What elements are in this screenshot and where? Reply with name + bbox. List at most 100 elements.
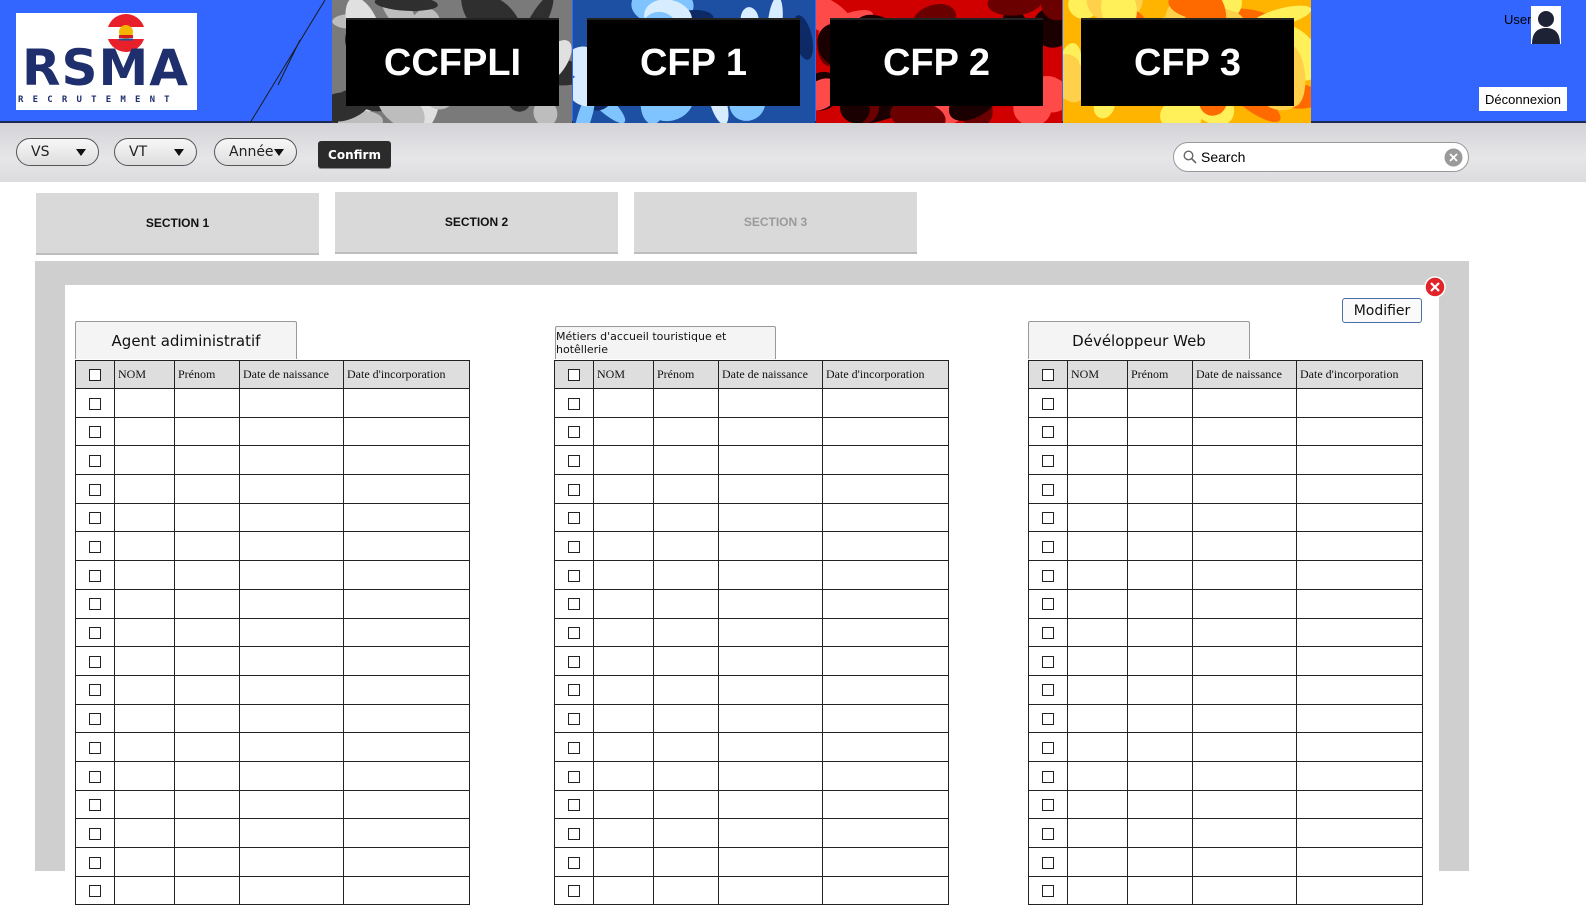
select-all-checkbox[interactable] bbox=[89, 369, 101, 382]
table-cell[interactable] bbox=[174, 818, 240, 848]
table-cell[interactable] bbox=[1192, 847, 1297, 877]
table-cell[interactable] bbox=[653, 474, 719, 504]
table-cell[interactable] bbox=[718, 818, 823, 848]
table-row[interactable] bbox=[1028, 474, 1423, 504]
table-cell[interactable] bbox=[343, 789, 470, 820]
table-cell[interactable] bbox=[1296, 588, 1423, 619]
table-cell[interactable] bbox=[1296, 646, 1423, 676]
table-row[interactable] bbox=[1028, 818, 1423, 848]
table-cell[interactable] bbox=[239, 847, 344, 877]
table-cell[interactable] bbox=[114, 674, 175, 705]
table-cell[interactable] bbox=[718, 732, 823, 762]
table-cell[interactable] bbox=[239, 674, 344, 705]
table-cell[interactable] bbox=[343, 531, 470, 562]
table-row[interactable] bbox=[554, 703, 949, 734]
table-cell[interactable] bbox=[593, 674, 654, 705]
table-cell[interactable] bbox=[822, 531, 949, 562]
row-checkbox[interactable] bbox=[568, 713, 580, 726]
table-cell[interactable] bbox=[1296, 760, 1423, 791]
row-checkbox[interactable] bbox=[1042, 454, 1054, 467]
table-cell[interactable] bbox=[1067, 674, 1128, 705]
table-cell[interactable] bbox=[114, 847, 175, 877]
table-cell[interactable] bbox=[822, 416, 949, 447]
table-cell[interactable] bbox=[1127, 588, 1193, 619]
table-row[interactable] bbox=[75, 847, 470, 877]
column-header[interactable]: Date d'incorporation bbox=[1296, 360, 1423, 389]
table-row[interactable] bbox=[554, 588, 949, 619]
table-cell[interactable] bbox=[114, 703, 175, 734]
row-checkbox[interactable] bbox=[568, 741, 580, 754]
table-row[interactable] bbox=[75, 502, 470, 533]
table-cell[interactable] bbox=[114, 388, 175, 418]
row-checkbox[interactable] bbox=[1042, 569, 1054, 582]
table-row[interactable] bbox=[554, 674, 949, 705]
row-checkbox[interactable] bbox=[1042, 856, 1054, 869]
row-checkbox[interactable] bbox=[1042, 627, 1054, 640]
table-row[interactable] bbox=[554, 388, 949, 418]
table-cell[interactable] bbox=[343, 388, 470, 418]
table-cell[interactable] bbox=[1127, 674, 1193, 705]
table-cell[interactable] bbox=[822, 388, 949, 418]
table-cell[interactable] bbox=[593, 474, 654, 504]
table-row[interactable] bbox=[1028, 588, 1423, 619]
table-cell[interactable] bbox=[174, 674, 240, 705]
table-cell[interactable] bbox=[114, 588, 175, 619]
table-cell[interactable] bbox=[1127, 646, 1193, 676]
table-cell[interactable] bbox=[718, 445, 823, 476]
table-cell[interactable] bbox=[1296, 732, 1423, 762]
table-cell[interactable] bbox=[343, 646, 470, 676]
table-cell[interactable] bbox=[593, 588, 654, 619]
table-cell[interactable] bbox=[1127, 560, 1193, 590]
table-cell[interactable] bbox=[1127, 474, 1193, 504]
table-cell[interactable] bbox=[593, 560, 654, 590]
table-cell[interactable] bbox=[1127, 617, 1193, 648]
job-tab-agent-administratif[interactable]: Agent adiministratif bbox=[75, 321, 297, 359]
table-cell[interactable] bbox=[1067, 474, 1128, 504]
table-cell[interactable] bbox=[593, 732, 654, 762]
vs-dropdown[interactable]: VS bbox=[16, 138, 99, 166]
table-cell[interactable] bbox=[718, 847, 823, 877]
column-header[interactable]: NOM bbox=[114, 360, 175, 389]
table-cell[interactable] bbox=[343, 847, 470, 877]
tab-section-2[interactable]: SECTION 2 bbox=[335, 192, 618, 254]
row-checkbox[interactable] bbox=[1042, 827, 1054, 840]
row-checkbox[interactable] bbox=[89, 397, 101, 410]
table-cell[interactable] bbox=[1296, 703, 1423, 734]
table-cell[interactable] bbox=[343, 818, 470, 848]
table-cell[interactable] bbox=[1192, 588, 1297, 619]
table-row[interactable] bbox=[554, 617, 949, 648]
table-cell[interactable] bbox=[1127, 502, 1193, 533]
table-cell[interactable] bbox=[1296, 560, 1423, 590]
table-cell[interactable] bbox=[114, 732, 175, 762]
table-cell[interactable] bbox=[1067, 732, 1128, 762]
row-checkbox[interactable] bbox=[89, 799, 101, 812]
table-cell[interactable] bbox=[239, 818, 344, 848]
table-cell[interactable] bbox=[718, 760, 823, 791]
row-checkbox[interactable] bbox=[1042, 713, 1054, 726]
tile-cfp3[interactable]: CFP 3 bbox=[1063, 0, 1311, 123]
table-cell[interactable] bbox=[1296, 502, 1423, 533]
table-cell[interactable] bbox=[343, 560, 470, 590]
row-checkbox[interactable] bbox=[89, 627, 101, 640]
table-cell[interactable] bbox=[239, 416, 344, 447]
table-cell[interactable] bbox=[114, 560, 175, 590]
table-cell[interactable] bbox=[239, 560, 344, 590]
search-input[interactable] bbox=[1201, 148, 1441, 166]
table-cell[interactable] bbox=[593, 789, 654, 820]
table-cell[interactable] bbox=[1296, 445, 1423, 476]
tile-ccfpli[interactable]: CCFPLI bbox=[332, 0, 572, 123]
table-cell[interactable] bbox=[822, 502, 949, 533]
clear-search-icon[interactable] bbox=[1444, 148, 1463, 167]
row-checkbox[interactable] bbox=[89, 827, 101, 840]
column-header[interactable]: Prénom bbox=[653, 360, 719, 389]
table-cell[interactable] bbox=[239, 502, 344, 533]
table-cell[interactable] bbox=[1192, 445, 1297, 476]
table-cell[interactable] bbox=[822, 588, 949, 619]
table-cell[interactable] bbox=[174, 388, 240, 418]
row-checkbox[interactable] bbox=[89, 569, 101, 582]
table-cell[interactable] bbox=[822, 760, 949, 791]
table-cell[interactable] bbox=[822, 732, 949, 762]
row-checkbox[interactable] bbox=[89, 655, 101, 668]
table-row[interactable] bbox=[75, 760, 470, 791]
table-cell[interactable] bbox=[653, 560, 719, 590]
